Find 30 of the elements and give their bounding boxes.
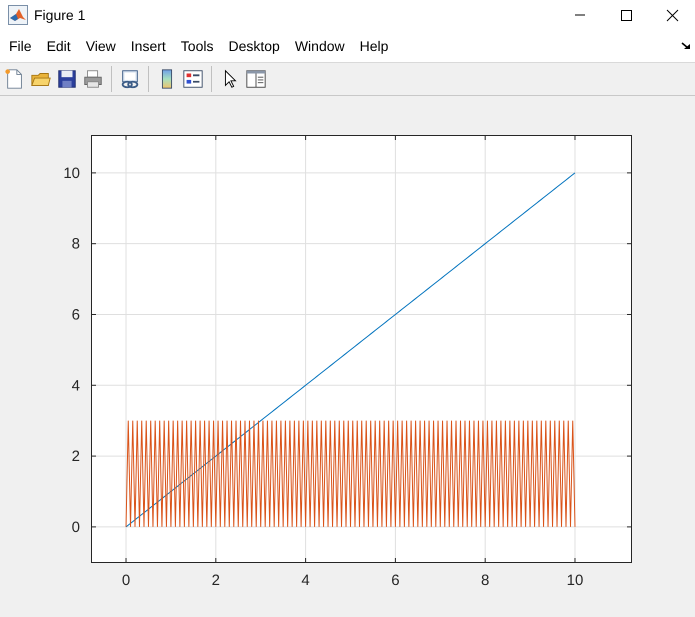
window-title: Figure 1 (34, 6, 86, 25)
tick-label: 4 (72, 377, 80, 394)
tick-label: 6 (391, 572, 400, 589)
tick-label: 8 (481, 572, 490, 589)
menu-item[interactable]: Edit (40, 32, 80, 60)
menu-item[interactable]: File (3, 32, 41, 60)
property-editor-icon[interactable] (245, 68, 267, 90)
legend-icon[interactable] (182, 68, 204, 90)
maximize-icon[interactable] (620, 8, 632, 22)
tick-label: 2 (72, 448, 80, 466)
app-logo-icon (8, 5, 28, 25)
close-icon[interactable] (666, 8, 678, 22)
tick-label: 10 (566, 572, 584, 589)
menu-item[interactable]: Help (354, 32, 398, 60)
menu-item[interactable]: View (80, 32, 125, 60)
menu-item[interactable]: Tools (174, 32, 222, 60)
print-icon[interactable] (82, 68, 104, 90)
tick-label: 6 (72, 306, 80, 324)
save-icon[interactable] (56, 68, 78, 90)
tick-label: 8 (72, 236, 80, 253)
menu-item[interactable]: Insert (124, 32, 175, 60)
tick-label: 10 (63, 164, 80, 182)
menu-item[interactable]: Desktop (222, 32, 289, 60)
tick-label: 0 (72, 518, 80, 536)
dock-arrow-icon[interactable] (681, 42, 691, 50)
menu-item[interactable]: Window (288, 32, 354, 60)
linked-plot-icon[interactable] (119, 68, 141, 90)
tick-label: 2 (212, 572, 220, 589)
tick-label: 4 (301, 572, 310, 589)
tick-label: 0 (122, 572, 130, 589)
